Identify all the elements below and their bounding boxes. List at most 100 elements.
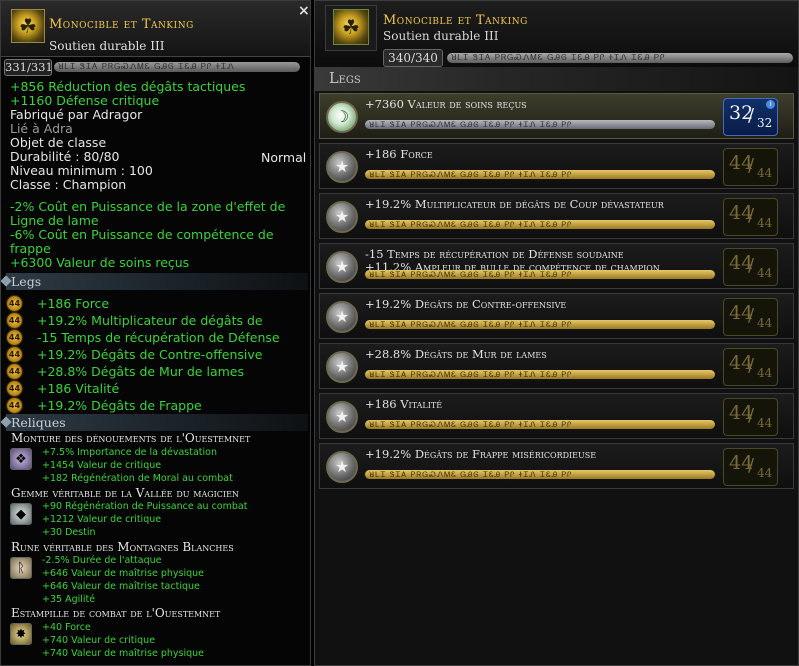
level-slash: / [748, 305, 755, 326]
legacy-line: +186 Force [37, 296, 110, 311]
tooltip-header: ☘ Monocible et Tanking Soutien durable I… [1, 1, 310, 57]
legacy-level-badge: 44 [6, 329, 23, 346]
legacy-row[interactable]: ★ +186 Vitalité ꓤᏞᏆ ᏕᏆᎪ ᏢᏒᏀᏍᏁᎷᏋ ᏀᎯᎶ ᏆᏋᎯ ᏢᎵ… [319, 393, 794, 439]
legacy-max-level: 44 [757, 166, 773, 180]
relics-section-title: Reliques [11, 415, 66, 430]
legacy-row[interactable]: ★ +19.2% Dégâts de Contre-offensive ꓤᏞᏆ ᏕᏆ… [319, 293, 794, 339]
legacy-level-badge: 44 [6, 363, 23, 380]
legacy-max-level: 44 [757, 416, 773, 430]
relic-stat: +740 Valeur de maîtrise physique [42, 648, 204, 659]
relic-stat: +35 Agilité [42, 594, 96, 605]
legacy-row-text: +186 Force [365, 147, 433, 161]
legacy-line: +186 Vitalité [37, 381, 120, 396]
legacy-level-box: 44/44 [723, 448, 778, 486]
bar-glyphs: ꓤᏞᏆ ᏕᏆᎪ ᏢᏒᏀᏍᏁᎷᏋ ᏀᎯᎶ ᏆᏋᎯ ᏢᎵ ᏐᏆᏁ ᏆᏋᎯ ᏢᎵ [369, 270, 573, 279]
triquetra-icon: ☘ [11, 9, 45, 43]
legacy-level-badge: 44 [6, 346, 23, 363]
level-slash: / [748, 155, 755, 176]
panel-xp-bar: ꓤᏞᏆ ᏕᏆᎪ ᏢᏒᏀᏍᏁᎷᏋ ᏀᎯᎶ ᏆᏋᎯ ᏢᎵ ᏐᏆᏁ ᏆᏋᎯ ᏢᎵ [447, 53, 793, 63]
item-type: Objet de classe [10, 135, 107, 150]
panel-xp-count: 340/340 [383, 49, 443, 67]
relic-stat: +7.5% Importance de la dévastation [42, 447, 217, 458]
legacy-row[interactable]: ★ +186 Force ꓤᏞᏆ ᏕᏆᎪ ᏢᏒᏀᏍᏁᎷᏋ ᏀᎯᎶ ᏆᏋᎯ ᏢᎵ ᏐᏆ… [319, 143, 794, 189]
bar-glyphs: ꓤᏞᏆ ᏕᏆᎪ ᏢᏒᏀᏍᏁᎷᏋ ᏀᎯᎶ ᏆᏋᎯ ᏢᎵ ᏐᏆᏁ ᏆᏋᎯ ᏢᎵ [369, 370, 573, 379]
crafted-by: Fabriqué par Adragor [10, 107, 143, 122]
relic-name: Gemme véritable de la Vallée du magicien [11, 486, 239, 500]
legacy-level-badge: 44 [6, 295, 23, 312]
legacy-row[interactable]: ☽ +7360 Valeur de soins reçus ꓤᏞᏆ ᏕᏆᎪ ᏢᏒᏀᏍ… [319, 93, 794, 139]
legacy-row[interactable]: ★ +19.2% Multiplicateur de dégâts de Coup… [319, 193, 794, 239]
bar-glyphs: ꓤᏞᏆ ᏕᏆᎪ ᏢᏒᏀᏍᏁᎷᏋ ᏀᎯᎶ ᏆᏋᎯ ᏢᎵ ᏐᏆᏁ ᏆᏋᎯ ᏢᎵ [369, 420, 573, 429]
level-slash: / [748, 105, 755, 126]
legacy-level-badge: 44 [6, 312, 23, 329]
relic-name: Monture des dénouements de l'Ouestemnet [11, 431, 251, 445]
level-slash: / [748, 355, 755, 376]
legacy-max-level: 44 [757, 216, 773, 230]
star-icon: ★ [326, 301, 358, 333]
legacy-max-level: 44 [757, 266, 773, 280]
legacy-progress-bar: ꓤᏞᏆ ᏕᏆᎪ ᏢᏒᏀᏍᏁᎷᏋ ᏀᎯᎶ ᏆᏋᎯ ᏢᎵ ᏐᏆᏁ ᏆᏋᎯ ᏢᎵ [365, 420, 715, 429]
durability-class: Normal [261, 150, 307, 165]
star-icon: ★ [326, 451, 358, 483]
legacy-row[interactable]: ★ +19.2% Dégâts de Frappe miséricordieuse… [319, 443, 794, 489]
bar-glyphs: ꓤᏞᏆ ᏕᏆᎪ ᏢᏒᏀᏍᏁᎷᏋ ᏀᎯᎶ ᏆᏋᎯ ᏢᎵ ᏐᏆᏁ ᏆᏋᎯ ᏢᎵ [369, 170, 573, 179]
legacy-max-level: 44 [757, 366, 773, 380]
bar-glyphs: ꓤᏞᏆ ᏕᏆᎪ ᏢᏒᏀᏍᏁᎷᏋ ᏀᎯᎶ ᏆᏋᎯ ᏢᎵ ᏐᏆᏁ ᏆᏋᎯ ᏢᎵ [369, 470, 573, 479]
panel-item-name: Monocible et Tanking [383, 13, 528, 28]
imbue-icon: ☽ [326, 101, 358, 133]
triquetra-icon[interactable]: ☘ [333, 9, 369, 45]
bound-to: Lié à Adra [10, 121, 73, 136]
info-icon[interactable]: i [766, 100, 775, 109]
legacy-level-box: 44/44 [723, 198, 778, 236]
legacy-max-level: 44 [757, 466, 773, 480]
panel-item-subtitle: Soutien durable III [383, 29, 499, 43]
rune-icon: ᚱ [10, 557, 32, 579]
relic-name: Estampille de combat de l'Ouestemnet [11, 606, 221, 620]
legacy-level-badge: 44 [6, 380, 23, 397]
stat-line: +856 Réduction des dégâts tactiques [10, 79, 246, 94]
legacy-level-box: 44/44 [723, 148, 778, 186]
stat-line: +1160 Défense critique [10, 93, 160, 108]
legacy-progress-bar: ꓤᏞᏆ ᏕᏆᎪ ᏢᏒᏀᏍᏁᎷᏋ ᏀᎯᎶ ᏆᏋᎯ ᏢᎵ ᏐᏆᏁ ᏆᏋᎯ ᏢᎵ [365, 470, 715, 479]
bar-glyphs: ꓤᏞᏆ ᏕᏆᎪ ᏢᏒᏀᏍᏁᎷᏋ ᏀᎯᎶ ᏆᏋᎯ ᏢᎵ ᏐᏆᏁ ᏆᏋᎯ ᏢᎵ [369, 120, 573, 129]
legacy-max-level: 32 [757, 116, 773, 130]
gem-icon: ◆ [10, 503, 32, 525]
legacy-level-box: 44/44 [723, 398, 778, 436]
item-name: Monocible et Tanking [49, 17, 194, 32]
legacy-progress-bar: ꓤᏞᏆ ᏕᏆᎪ ᏢᏒᏀᏍᏁᎷᏋ ᏀᎯᎶ ᏆᏋᎯ ᏢᎵ ᏐᏆᏁ ᏆᏋᎯ ᏢᎵ [365, 370, 715, 379]
bonus-line: +6300 Valeur de soins reçus [10, 255, 190, 270]
relic-stat: +1212 Valeur de critique [42, 514, 162, 525]
legacy-row[interactable]: ★ +28.8% Dégâts de Mur de lames ꓤᏞᏆ ᏕᏆᎪ ᏢᏒ… [319, 343, 794, 389]
star-icon: ★ [326, 351, 358, 383]
legacy-level-box: 44/44 [723, 298, 778, 336]
legs-section-title: Legs [11, 274, 42, 289]
legacy-row-text: +19.2% Dégâts de Contre-offensive [365, 297, 567, 311]
legacy-line: +19.2% Multiplicateur de dégâts de [37, 313, 263, 328]
legacy-level-badge: 44 [6, 397, 23, 414]
bar-glyphs: ꓤᏞᏆ ᏕᏆᎪ ᏢᏒᏀᏍᏁᎷᏋ ᏀᎯᎶ ᏆᏋᎯ ᏢᎵ ᏐᏆᏁ ᏆᏋᎯ ᏢᎵ [369, 320, 573, 329]
legs-header: Legs [315, 67, 798, 91]
legacy-level-box: 44/44 [723, 248, 778, 286]
relic-name: Rune véritable des Montagnes Blanches [11, 540, 234, 554]
legacy-row-text: -15 Temps de récupération de Défense sou… [365, 247, 624, 261]
class-req: Classe : Champion [10, 177, 127, 192]
setting-icon: ❖ [10, 448, 32, 470]
legacy-row-text: +19.2% Multiplicateur de dégâts de Coup … [365, 197, 664, 211]
level-slash: / [748, 455, 755, 476]
xp-bar-glyphs: ꓤᏞᏆ ᏕᏆᎪ ᏢᏒᏀᏍᏁᎷᏋ ᏀᎯᎶ ᏆᏋᎯ ᏢᎵ ᏐᏆᏁ [58, 62, 235, 71]
xp-bar-glyphs: ꓤᏞᏆ ᏕᏆᎪ ᏢᏒᏀᏍᏁᎷᏋ ᏀᎯᎶ ᏆᏋᎯ ᏢᎵ ᏐᏆᏁ ᏆᏋᎯ ᏢᎵ [451, 53, 666, 62]
legacy-max-level: 44 [757, 316, 773, 330]
legacy-line: +19.2% Dégâts de Frappe [37, 398, 202, 413]
star-icon: ★ [326, 251, 358, 283]
legacy-line: +19.2% Dégâts de Contre-offensive [37, 347, 263, 362]
legacy-row-text: +28.8% Dégâts de Mur de lames [365, 347, 547, 361]
diamond-icon [1, 275, 12, 287]
relic-stat: +646 Valeur de maîtrise tactique [42, 581, 200, 592]
bonus-line: frappe [10, 241, 51, 256]
close-icon[interactable]: × [298, 3, 310, 19]
legendary-item-panel: ☘ Monocible et Tanking Soutien durable I… [314, 0, 799, 666]
legacy-line: -15 Temps de récupération de Défense [37, 330, 280, 345]
legacy-row[interactable]: ★ -15 Temps de récupération de Défense so… [319, 243, 794, 289]
panel-header: ☘ Monocible et Tanking Soutien durable I… [315, 1, 798, 67]
legacy-progress-bar: ꓤᏞᏆ ᏕᏆᎪ ᏢᏒᏀᏍᏁᎷᏋ ᏀᎯᎶ ᏆᏋᎯ ᏢᎵ ᏐᏆᏁ ᏆᏋᎯ ᏢᎵ [365, 170, 715, 179]
